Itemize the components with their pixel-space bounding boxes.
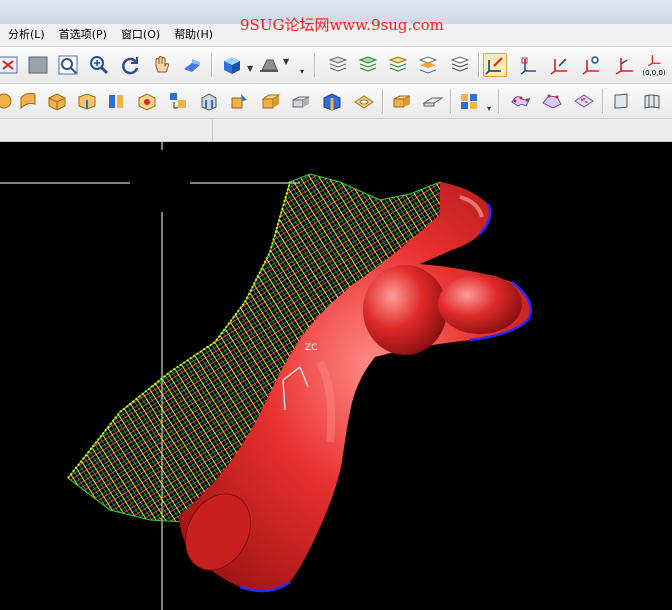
ruled-surface-icon[interactable] [610,89,634,113]
toolbar-separator [450,89,452,113]
menu-analysis[interactable]: 分析(L) [2,24,51,46]
pocket-icon[interactable] [259,89,283,113]
extrude-icon[interactable] [0,89,16,113]
menu-help[interactable]: 帮助(H) [168,24,219,46]
toolbar-separator [602,89,604,113]
torso-chest-right [438,274,522,334]
revolve-icon[interactable] [16,89,40,113]
through-curves-icon[interactable] [640,89,664,113]
pan-icon[interactable] [149,53,173,77]
chevron-down-icon[interactable]: ▾ [300,67,304,76]
cone-icon[interactable] [135,89,159,113]
wcs-dynamic-icon[interactable] [483,53,507,77]
model-view: ZC [0,142,532,610]
toolbar-separator [478,53,480,77]
chevron-down-icon[interactable]: ▼ [283,57,289,66]
selection-bar [0,119,672,142]
wcs-origin-icon[interactable] [516,53,540,77]
move-to-layer-icon[interactable] [386,53,410,77]
zoom-window-icon[interactable] [26,53,50,77]
torso-chest-left [363,265,447,355]
thicken-icon[interactable] [390,89,414,113]
zoom-icon[interactable] [87,53,111,77]
pad-icon[interactable] [289,89,313,113]
origin-label: (0,0,0) [642,69,666,77]
wcs-orient-icon[interactable] [580,53,604,77]
layer-visible-icon[interactable] [356,53,380,77]
sphere-icon[interactable] [166,89,190,113]
toolbar-separator [382,89,384,113]
work-layer-icon[interactable] [448,53,472,77]
cylinder-icon[interactable] [104,89,128,113]
hole-icon[interactable] [197,89,221,113]
wcs-absolute-icon[interactable]: (0,0,0) [642,49,666,79]
fit-window-icon[interactable] [0,53,20,77]
toolbar-separator [212,119,213,141]
pattern-icon[interactable] [457,89,481,113]
rotate-icon[interactable] [118,53,142,77]
fit-surface-icon[interactable] [572,89,596,113]
wcs-axis-label: ZC [305,343,317,353]
toolbar-separator [498,89,500,113]
surface-from-poles-icon[interactable] [540,89,564,113]
graphics-window[interactable]: ZC [0,142,672,610]
menu-preferences[interactable]: 首选项(P) [53,24,113,46]
boss-icon[interactable] [228,89,252,113]
toolbar-features: ▾ [0,84,672,119]
sweep-icon[interactable] [45,89,69,113]
copy-to-layer-icon[interactable] [416,53,440,77]
toolbar-separator [314,53,316,77]
toolbar-separator [211,53,213,77]
offset-face-icon[interactable] [421,89,445,113]
menu-window[interactable]: 窗口(O) [115,24,166,46]
wcs-set-icon[interactable] [612,53,636,77]
perspective-icon[interactable] [180,53,204,77]
slot-icon[interactable] [320,89,344,113]
fit-icon[interactable] [56,53,80,77]
shaded-cube-icon[interactable] [220,53,244,77]
background-icon[interactable] [257,53,281,77]
chevron-down-icon[interactable]: ▾ [487,104,491,113]
layer-settings-icon[interactable] [326,53,350,77]
toolbar-view: ▼ ▼ ▾ (0,0,0) [0,47,672,84]
block-icon[interactable] [75,89,99,113]
wcs-rotate-icon[interactable] [548,53,572,77]
watermark-text: 9SUG论坛网www.9sug.com [240,16,444,34]
surface-through-points-icon[interactable] [509,89,533,113]
groove-icon[interactable] [352,89,376,113]
chevron-down-icon[interactable]: ▼ [247,64,253,73]
